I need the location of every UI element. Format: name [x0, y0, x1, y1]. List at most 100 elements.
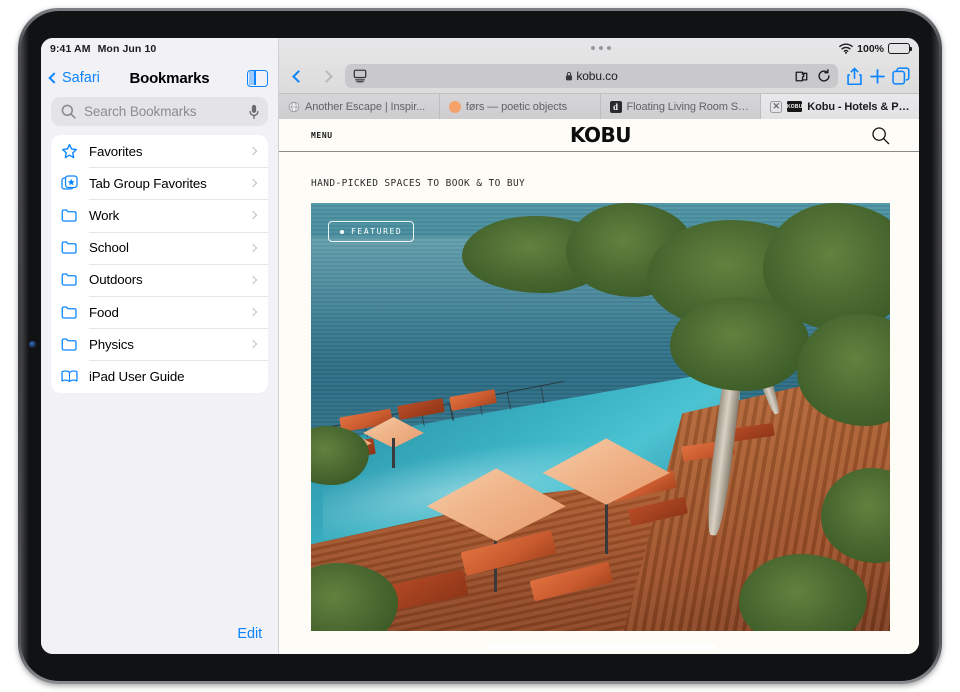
- featured-badge[interactable]: FEATURED: [328, 221, 415, 242]
- sidebar-item-outdoors[interactable]: Outdoors: [51, 263, 268, 296]
- chevron-right-icon: [248, 243, 258, 252]
- sidebar-item-food[interactable]: Food: [51, 295, 268, 328]
- sidebar-item-label: Food: [89, 304, 119, 320]
- tab-title: Kobu - Hotels & Propert...: [807, 100, 912, 113]
- folder-icon: [61, 338, 77, 351]
- tab-fors-poetic-objects[interactable]: førs — poetic objects: [440, 94, 601, 119]
- bookmarks-list: Favorites Tab Group Favorites Work Schoo…: [51, 135, 268, 393]
- site-logo[interactable]: KOBU: [570, 123, 632, 147]
- forward-button[interactable]: [315, 65, 337, 87]
- multitasking-dots-icon[interactable]: [590, 46, 611, 50]
- back-to-safari-button[interactable]: Safari: [48, 70, 100, 86]
- sidebar-toggle-icon[interactable]: [247, 69, 268, 87]
- search-input[interactable]: Search Bookmarks: [51, 97, 268, 126]
- safari-chrome: 100% kobu.co Another Escape | Inspir... …: [279, 38, 919, 119]
- edit-button[interactable]: Edit: [237, 626, 262, 642]
- sidebar-item-tab-group-favorites[interactable]: Tab Group Favorites: [51, 167, 268, 199]
- chevron-right-icon: [248, 339, 258, 349]
- browser-status-bar: 100%: [279, 38, 919, 59]
- wifi-icon: [839, 43, 853, 54]
- dezeen-d-favicon: d: [609, 100, 622, 113]
- tab-title: Another Escape | Inspir...: [305, 100, 426, 113]
- back-chevron-icon: [291, 69, 305, 83]
- site-tagline: HAND-PICKED SPACES TO BOOK & TO BUY: [311, 178, 526, 189]
- forward-chevron-icon: [319, 69, 333, 83]
- status-date: Mon Jun 10: [97, 42, 157, 55]
- address-bar[interactable]: kobu.co: [345, 64, 838, 88]
- extension-puzzle-icon[interactable]: [795, 70, 810, 83]
- battery-percent-label: 100%: [857, 42, 884, 55]
- bullet-dot: [340, 229, 344, 234]
- close-tab-button[interactable]: ✕: [770, 100, 783, 113]
- folder-icon: [61, 241, 77, 254]
- reader-view-icon[interactable]: [352, 69, 368, 83]
- safari-browser-pane: 100% kobu.co Another Escape | Inspir... …: [278, 38, 919, 654]
- sidebar-footer: Edit: [41, 614, 278, 654]
- site-menu-button[interactable]: MENU: [311, 131, 333, 140]
- status-right-cluster: 100%: [839, 42, 913, 55]
- share-icon: [847, 67, 862, 85]
- back-chevron-icon: [48, 72, 60, 84]
- page-title: Bookmarks: [129, 69, 210, 87]
- tab-strip: Another Escape | Inspir... førs — poetic…: [279, 93, 919, 119]
- sidebar-item-ipad-user-guide[interactable]: iPad User Guide: [51, 360, 268, 392]
- new-tab-button[interactable]: [869, 68, 886, 85]
- safari-toolbar: kobu.co: [279, 59, 919, 93]
- ipad-screen: 9:41 AM Mon Jun 10 Safari Bookmarks Sear…: [41, 38, 919, 654]
- front-camera: [29, 341, 36, 348]
- book-icon: [61, 370, 78, 382]
- microphone-icon[interactable]: [248, 104, 260, 120]
- tab-title: Floating Living Room Se...: [626, 100, 752, 113]
- sidebar-item-favorites[interactable]: Favorites: [51, 135, 268, 167]
- site-search-icon: [872, 126, 890, 144]
- screenshot-root: 9:41 AM Mon Jun 10 Safari Bookmarks Sear…: [0, 0, 960, 692]
- sidebar-item-school[interactable]: School: [51, 231, 268, 264]
- folder-icon: [61, 209, 77, 222]
- back-label: Safari: [62, 70, 100, 86]
- share-button[interactable]: [846, 67, 863, 86]
- back-button[interactable]: [287, 65, 309, 87]
- sidebar-item-work[interactable]: Work: [51, 199, 268, 231]
- tab-group-star-icon: [61, 175, 78, 190]
- sidebar-item-physics[interactable]: Physics: [51, 328, 268, 360]
- chevron-right-icon: [248, 179, 258, 188]
- sidebar-item-label: Tab Group Favorites: [89, 175, 207, 191]
- status-time: 9:41 AM: [50, 42, 91, 55]
- featured-label: FEATURED: [351, 227, 403, 236]
- sidebar-item-label: Work: [89, 207, 120, 223]
- sidebar-item-label: Favorites: [89, 143, 143, 159]
- search-icon: [61, 104, 76, 119]
- web-content-kobu: MENU KOBU HAND-PICKED SPACES TO BOOK & T…: [279, 119, 919, 654]
- sidebar-navbar: Safari Bookmarks: [41, 59, 278, 97]
- chevron-right-icon: [248, 146, 258, 156]
- tabs-overview-button[interactable]: [892, 67, 910, 85]
- umbrella-pole: [392, 438, 395, 469]
- tab-another-escape[interactable]: Another Escape | Inspir...: [279, 94, 440, 119]
- home-indicator[interactable]: [485, 644, 716, 649]
- bookmarks-sidebar: 9:41 AM Mon Jun 10 Safari Bookmarks Sear…: [41, 38, 278, 654]
- orange-circle-favicon: [448, 100, 461, 113]
- lock-icon: [566, 71, 573, 81]
- tab-floating-living-room[interactable]: d Floating Living Room Se...: [601, 94, 762, 119]
- reload-icon[interactable]: [817, 69, 831, 83]
- sidebar-item-label: Outdoors: [89, 272, 143, 288]
- url-text-container: kobu.co: [345, 69, 838, 83]
- site-header: MENU KOBU: [279, 119, 919, 152]
- chevron-right-icon: [248, 211, 258, 220]
- tab-title: førs — poetic objects: [465, 100, 567, 113]
- address-bar-actions: [795, 69, 831, 83]
- folder-icon: [61, 305, 77, 319]
- kobu-favicon: KOBU: [787, 101, 802, 112]
- sidebar-item-label: iPad User Guide: [89, 368, 185, 384]
- site-search-button[interactable]: [871, 126, 890, 145]
- folder-icon: [61, 273, 77, 287]
- star-icon: [62, 143, 77, 158]
- hero-image[interactable]: FEATURED: [311, 203, 890, 631]
- globe-favicon: [288, 101, 300, 112]
- chevron-right-icon: [248, 275, 258, 285]
- sidebar-item-label: School: [89, 240, 129, 256]
- sidebar-status-bar: 9:41 AM Mon Jun 10: [41, 38, 278, 59]
- sidebar-item-label: Physics: [89, 336, 134, 352]
- tab-kobu-hotels[interactable]: ✕ KOBU Kobu - Hotels & Propert...: [761, 94, 919, 119]
- search-placeholder: Search Bookmarks: [84, 104, 197, 119]
